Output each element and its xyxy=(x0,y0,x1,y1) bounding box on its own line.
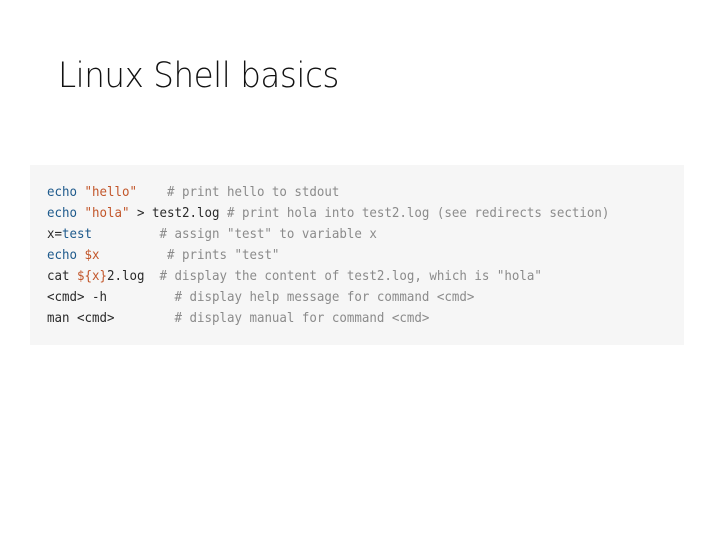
code-comment: # display the content of test2.log, whic… xyxy=(159,269,542,284)
code-token: echo xyxy=(47,206,77,221)
code-token: echo xyxy=(47,248,77,263)
code-token: "hola" xyxy=(84,206,130,221)
code-comment: # assign "test" to variable x xyxy=(159,227,377,242)
code-token: 2.log xyxy=(106,269,160,284)
code-line: echo "hola" > test2.log # print hola int… xyxy=(47,203,639,224)
code-line: man <cmd> # display manual for command <… xyxy=(47,308,639,329)
slide-title: Linux Shell basics xyxy=(58,56,339,96)
code-token: ${x} xyxy=(76,269,107,284)
code-token: $x xyxy=(84,248,100,263)
code-line: echo "hello" # print hello to stdout xyxy=(47,182,639,203)
code-comment: # display help message for command <cmd> xyxy=(174,290,475,305)
code-token: "hello" xyxy=(84,185,137,200)
code-comment: # print hello to stdout xyxy=(166,185,340,200)
code-comment: # print hola into test2.log (see redirec… xyxy=(226,206,610,221)
code-token: cat xyxy=(47,269,77,284)
code-line: x=test # assign "test" to variable x xyxy=(47,224,639,245)
code-line: <cmd> -h # display help message for comm… xyxy=(47,287,639,308)
code-token: > test2.log xyxy=(129,206,227,221)
code-comment: # prints "test" xyxy=(166,248,280,263)
code-token: test xyxy=(61,227,92,242)
code-token: <cmd> -h xyxy=(47,290,175,305)
code-token: echo xyxy=(47,185,77,200)
code-token: x= xyxy=(47,227,62,242)
code-block: echo "hello" # print hello to stdout echo… xyxy=(30,165,684,345)
code-line: cat ${x}2.log # display the content of t… xyxy=(47,266,639,287)
code-token: man <cmd> xyxy=(47,311,175,326)
code-line: echo $x # prints "test" xyxy=(47,245,639,266)
code-comment: # display manual for command <cmd> xyxy=(174,311,430,326)
